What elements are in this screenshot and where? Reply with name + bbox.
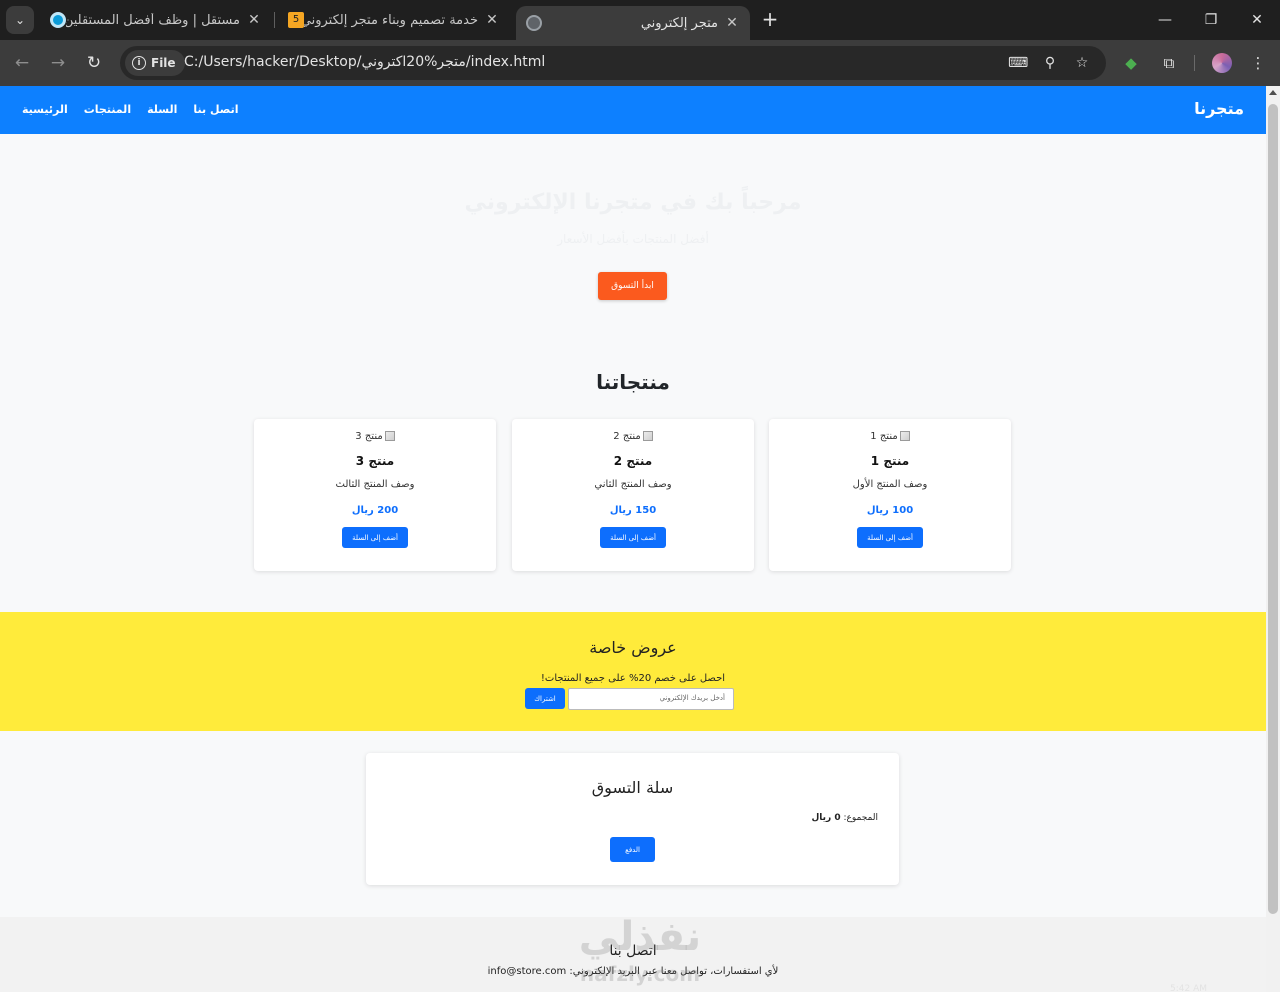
close-tab-icon[interactable]: ✕ — [246, 12, 262, 28]
extension-icon[interactable]: ◆ — [1120, 52, 1142, 74]
taskbar-clock: 5:42 AM — [1170, 984, 1207, 992]
nav-links: الرئيسية المنتجات السلة اتصل بنا — [22, 103, 239, 116]
tab-store[interactable]: متجر إلكتروني ✕ — [516, 6, 750, 40]
product-description: وصف المنتج الثاني — [594, 479, 672, 490]
mostaql-icon — [50, 12, 66, 28]
email-input[interactable]: أدخل بريدك الإلكتروني — [568, 688, 734, 710]
minimize-icon: — — [1158, 12, 1172, 28]
reload-button[interactable]: ↻ — [82, 51, 106, 75]
product-name: منتج 2 — [613, 454, 653, 468]
site-brand[interactable]: متجرنا — [1194, 99, 1244, 118]
site-chip-label: File — [151, 56, 176, 70]
cart-title: سلة التسوق — [591, 778, 674, 797]
nav-link-cart[interactable]: السلة — [147, 103, 177, 116]
site-navbar: متجرنا الرئيسية المنتجات السلة اتصل بنا — [0, 86, 1266, 134]
plus-icon: + — [761, 7, 779, 31]
close-window-button[interactable]: ✕ — [1242, 8, 1272, 32]
hero-subtitle: أفضل المنتجات بأفضل الأسعار — [557, 232, 709, 246]
product-card: منتج 1 منتج 1 وصف المنتج الأول 100 ريال … — [769, 419, 1011, 571]
product-name: منتج 3 — [355, 454, 395, 468]
reload-icon: ↻ — [86, 53, 102, 73]
nav-link-home[interactable]: الرئيسية — [22, 103, 68, 116]
site-info-chip[interactable]: i File — [125, 50, 185, 76]
nav-link-contact[interactable]: اتصل بنا — [193, 103, 238, 116]
add-to-cart-button[interactable]: أضف إلى السلة — [857, 527, 923, 548]
tab-khamsat[interactable]: 5 خدمة تصميم وبناء متجر إلكتروني ✕ — [278, 6, 510, 34]
menu-kebab-icon[interactable]: ⋮ — [1247, 52, 1269, 74]
broken-image-icon — [642, 431, 653, 441]
tab-strip: ⌄ مستقل | وظف أفضل المستقلين ل ✕ 5 خدمة … — [0, 0, 1280, 40]
product-card: منتج 3 منتج 3 وصف المنتج الثالث 200 ريال… — [254, 419, 496, 571]
tab-mostaql[interactable]: مستقل | وظف أفضل المستقلين ل ✕ — [40, 6, 272, 34]
scroll-up-icon[interactable] — [1269, 90, 1277, 95]
product-price: 200 ريال — [351, 505, 399, 516]
contact-title: اتصل بنا — [609, 943, 657, 959]
nav-link-products[interactable]: المنتجات — [84, 103, 131, 116]
close-tab-icon[interactable]: ✕ — [724, 15, 740, 31]
offers-title: عروض خاصة — [589, 638, 677, 657]
cart-total-label: المجموع: — [843, 813, 878, 823]
page-scrollbar[interactable] — [1266, 86, 1280, 992]
hero-title: مرحباً بك في متجرنا الإلكتروني — [464, 190, 802, 215]
product-description: وصف المنتج الأول — [852, 479, 928, 490]
hero-section: مرحباً بك في متجرنا الإلكتروني أفضل المن… — [0, 134, 1266, 324]
product-price: 100 ريال — [866, 505, 914, 516]
khamsat-icon: 5 — [288, 12, 304, 28]
back-button[interactable]: ← — [10, 51, 34, 75]
products-title: منتجاتنا — [596, 370, 670, 394]
url-text[interactable]: C:/Users/hacker/Desktop/متجر%20اكتروني/i… — [184, 54, 545, 70]
new-tab-button[interactable]: + — [758, 8, 782, 32]
forward-button[interactable]: → — [46, 51, 70, 75]
chevron-down-icon: ⌄ — [14, 13, 26, 27]
zoom-icon[interactable]: ⚲ — [1040, 53, 1060, 73]
add-to-cart-button[interactable]: أضف إلى السلة — [342, 527, 408, 548]
page-viewport: متجرنا الرئيسية المنتجات السلة اتصل بنا … — [0, 86, 1266, 992]
cart-section: سلة التسوق المجموع: 0 ريال الدفع — [366, 753, 899, 885]
tab-title: خدمة تصميم وبناء متجر إلكتروني — [304, 12, 478, 28]
broken-image-icon — [899, 431, 910, 441]
product-name: منتج 1 — [870, 454, 910, 468]
close-icon: ✕ — [1251, 12, 1263, 28]
tab-search-button[interactable]: ⌄ — [6, 6, 34, 34]
tab-separator — [274, 12, 275, 28]
broken-image-icon — [384, 431, 395, 441]
contact-section: اتصل بنا لأي استفسارات، تواصل معنا عبر ا… — [0, 917, 1266, 992]
subscribe-button[interactable]: اشتراك — [525, 688, 565, 709]
tab-title: متجر إلكتروني — [640, 15, 718, 31]
start-shopping-button[interactable]: ابدأ التسوق — [598, 272, 667, 300]
arrow-left-icon: ← — [14, 53, 30, 73]
offers-section: عروض خاصة احصل على خصم 20% على جميع المن… — [0, 612, 1266, 731]
pay-button[interactable]: الدفع — [610, 837, 655, 862]
product-image-alt: منتج 1 — [870, 431, 898, 442]
product-image: منتج 1 — [769, 431, 1011, 445]
product-image-alt: منتج 2 — [613, 431, 641, 442]
close-tab-icon[interactable]: ✕ — [484, 12, 500, 28]
info-icon: i — [132, 56, 146, 70]
address-bar[interactable]: i File C:/Users/hacker/Desktop/متجر%20اك… — [120, 46, 1106, 80]
cart-total: المجموع: 0 ريال — [811, 813, 878, 823]
cart-total-value: 0 ريال — [811, 813, 841, 823]
offers-text: احصل على خصم 20% على جميع المنتجات! — [540, 673, 726, 684]
add-to-cart-button[interactable]: أضف إلى السلة — [600, 527, 666, 548]
product-description: وصف المنتج الثالث — [335, 479, 415, 490]
product-card: منتج 2 منتج 2 وصف المنتج الثاني 150 ريال… — [512, 419, 754, 571]
scrollbar-thumb[interactable] — [1268, 104, 1278, 914]
restore-icon: ❐ — [1204, 12, 1218, 28]
product-price: 150 ريال — [609, 505, 657, 516]
bookmark-star-icon[interactable]: ☆ — [1072, 53, 1092, 73]
tab-title: مستقل | وظف أفضل المستقلين ل — [66, 12, 240, 28]
toolbar-divider — [1194, 55, 1195, 71]
profile-avatar[interactable] — [1212, 53, 1232, 73]
product-image-alt: منتج 3 — [355, 431, 383, 442]
minimize-button[interactable]: — — [1150, 8, 1180, 32]
restore-button[interactable]: ❐ — [1196, 8, 1226, 32]
globe-icon — [526, 15, 542, 31]
translate-icon[interactable]: ⌨ — [1008, 53, 1028, 73]
arrow-right-icon: → — [50, 53, 66, 73]
contact-text: لأي استفسارات، تواصل معنا عبر البريد الإ… — [487, 966, 779, 977]
extensions-puzzle-icon[interactable]: ⧉ — [1158, 52, 1180, 74]
product-image: منتج 2 — [512, 431, 754, 445]
browser-toolbar: ← → ↻ i File C:/Users/hacker/Desktop/متج… — [0, 40, 1280, 86]
product-image: منتج 3 — [254, 431, 496, 445]
